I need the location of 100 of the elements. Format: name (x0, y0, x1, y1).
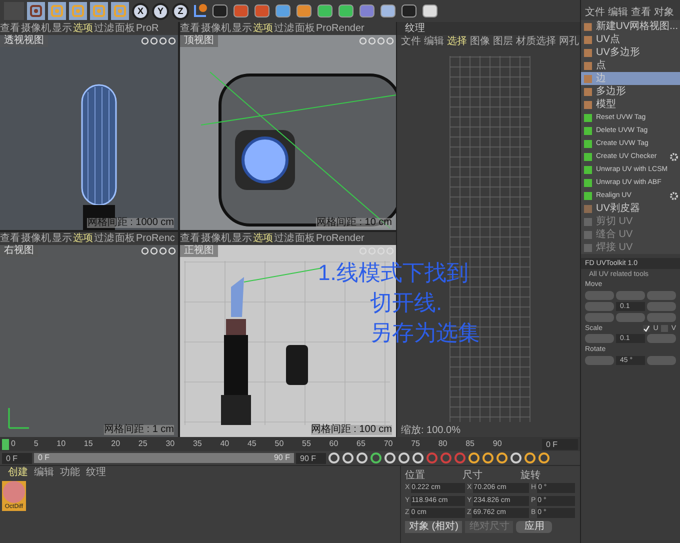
axis-button[interactable]: X (132, 2, 149, 20)
timeline-ruler[interactable]: 0 5 10 15 20 25 30 35 40 45 50 55 60 65 70 75 80 85 90 0 F (0, 437, 580, 451)
tick-label: 10 (56, 440, 66, 448)
command-item[interactable]: UV剥皮器 (581, 202, 680, 215)
menu-item[interactable]: 显示 (52, 24, 72, 34)
menu-item[interactable]: 过滤 (94, 24, 114, 34)
menu-item[interactable]: 过滤 (274, 24, 294, 34)
checkbox[interactable] (661, 325, 668, 332)
axis-button[interactable]: Y (152, 2, 169, 20)
menu-item[interactable]: 查看 (0, 234, 20, 244)
panel-title: 纹理 (397, 22, 583, 35)
grid-spacing-label: 网格间距 : 100 cm (310, 425, 392, 435)
menu-item[interactable]: 纹理 (86, 468, 106, 478)
menu-item[interactable]: 文件 (401, 36, 421, 46)
tick-label: 30 (166, 440, 175, 448)
menu-item[interactable]: 编辑 (424, 36, 444, 46)
tick-label: 45 (247, 440, 256, 448)
tick-label: 20 (111, 440, 120, 448)
apply-button[interactable]: 应用 (516, 520, 552, 532)
menu-item[interactable]: 过滤 (274, 234, 294, 244)
command-item[interactable]: UV多边形 (581, 46, 680, 59)
tick-label: 50 (274, 440, 284, 448)
menu-item[interactable]: 图像 (470, 36, 490, 46)
command-item[interactable]: 点 (581, 59, 680, 72)
menu-item[interactable]: 查看 (180, 234, 200, 244)
column-header: 尺寸 (462, 470, 484, 481)
column-header: 位置 (405, 470, 426, 481)
menu-item[interactable]: 摄像机 (201, 234, 231, 244)
mode-dropdown[interactable]: 对象 (相对) (405, 520, 462, 532)
start-frame-field[interactable]: 0 F (2, 452, 32, 464)
menu-item[interactable]: ProRenc (136, 234, 175, 244)
tick-label: 55 (302, 440, 311, 448)
menu-item[interactable]: 查看 (0, 24, 20, 34)
grid-spacing-label: 网格间距 : 10 cm (316, 218, 392, 228)
menu-item[interactable]: 编辑 (34, 468, 54, 478)
end-frame-field[interactable]: 90 F (296, 452, 326, 464)
menu-item[interactable]: 文件 (585, 8, 605, 18)
command-item[interactable]: 多边形 (581, 85, 680, 98)
menu-item[interactable]: 摄像机 (21, 234, 51, 244)
tick-label: 35 (192, 440, 202, 448)
gear-icon[interactable] (670, 152, 678, 160)
menu-item[interactable]: 摄像机 (21, 24, 51, 34)
menu-item[interactable]: 选项 (253, 234, 273, 244)
tick-label: 60 (329, 440, 338, 448)
menu-item[interactable]: 图层 (493, 36, 513, 46)
menu-item[interactable]: 编辑 (608, 8, 628, 18)
menu-item[interactable]: 过滤 (94, 234, 114, 244)
tick-label: 5 (34, 440, 38, 448)
command-item[interactable]: 新建UV网格视图... (581, 20, 680, 33)
command-item[interactable]: UV点 (581, 33, 680, 46)
menu-item[interactable]: 功能 (60, 468, 80, 478)
viewport-label: 正视图 (180, 245, 218, 257)
menu-item[interactable]: 网孔 (559, 36, 579, 46)
tick-label: 80 (438, 440, 448, 448)
menu-item[interactable]: 摄像机 (201, 24, 231, 34)
menu-item[interactable]: 面板 (295, 24, 315, 34)
tick-label: 40 (220, 440, 230, 448)
tick-label: 70 (384, 440, 393, 448)
tick-label: 90 (492, 440, 502, 448)
menu-item[interactable]: 面板 (295, 234, 315, 244)
menu-item[interactable]: 选项 (73, 24, 93, 34)
command-item: 剪切 UV (581, 215, 680, 228)
grid-spacing-label: 网格间距 : 1 cm (104, 425, 174, 435)
menu-item[interactable]: 创建 (8, 468, 28, 478)
menu-item[interactable]: 显示 (232, 234, 252, 244)
menu-item[interactable]: 对象 (654, 8, 674, 18)
axis-button[interactable]: Z (172, 2, 189, 20)
command-item[interactable]: 模型 (581, 98, 680, 111)
gear-icon[interactable] (670, 192, 678, 200)
tick-label: 75 (411, 440, 420, 448)
menu-item[interactable]: ProR (136, 24, 159, 34)
menu-item[interactable]: ProRender (316, 24, 364, 34)
tick-label: 0 (11, 440, 16, 448)
viewport-label: 透视视图 (0, 35, 48, 47)
tick-label: 25 (138, 440, 148, 448)
viewport-label: 顶视图 (180, 35, 218, 47)
command-item: 焊接 UV (581, 241, 680, 254)
checkbox[interactable] (643, 325, 650, 332)
zoom-label: 缩放: 100.0% (400, 425, 462, 437)
menu-item[interactable]: 选项 (253, 24, 273, 34)
range-start-label: 0 F (38, 454, 50, 462)
menu-item[interactable]: 面板 (115, 234, 135, 244)
range-end-label: 90 F (274, 454, 290, 462)
axis-gizmo-icon (8, 407, 30, 429)
menu-item[interactable]: 材质选择 (516, 36, 556, 46)
menu-item[interactable]: 查看 (180, 24, 200, 34)
menu-item[interactable]: 面板 (115, 24, 135, 34)
playhead-marker[interactable] (2, 438, 9, 450)
tick-label: 85 (466, 440, 475, 448)
frame-range-slider[interactable] (34, 453, 294, 463)
check-icon (643, 325, 650, 332)
command-item: 缝合 UV (581, 228, 680, 241)
frame-field[interactable]: 0 F (542, 438, 578, 450)
coordinate-system-icon[interactable] (192, 3, 208, 19)
menu-item[interactable]: 显示 (232, 24, 252, 34)
menu-item[interactable]: 选项 (73, 234, 93, 244)
menu-item[interactable]: ProRender (316, 234, 364, 244)
menu-item[interactable]: 选择 (447, 36, 467, 46)
menu-item[interactable]: 查看 (631, 8, 651, 18)
menu-item[interactable]: 显示 (52, 234, 72, 244)
